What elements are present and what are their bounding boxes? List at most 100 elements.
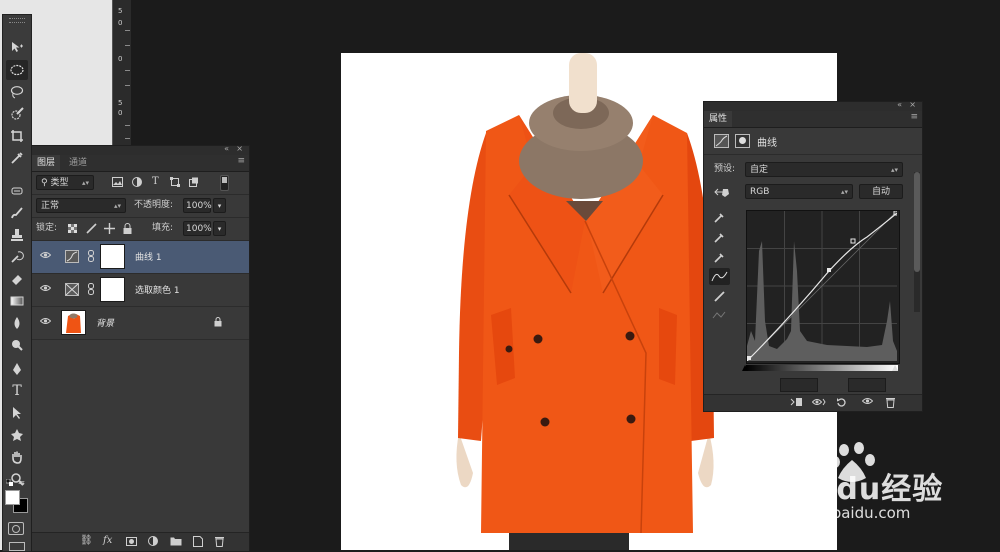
pencil-draw-icon[interactable] bbox=[714, 291, 725, 305]
lock-all-icon[interactable] bbox=[123, 223, 132, 238]
collapse-icon[interactable]: « bbox=[897, 100, 902, 109]
blend-row: 正常 ▴▾ 不透明度: 100% ▾ bbox=[32, 195, 249, 218]
output-value-field[interactable] bbox=[848, 378, 886, 392]
blur-tool-icon[interactable] bbox=[6, 313, 28, 333]
gradient-tool-icon[interactable] bbox=[6, 291, 28, 311]
toggle-visibility-eye-icon[interactable] bbox=[861, 397, 874, 408]
brush-tool-icon[interactable] bbox=[6, 203, 28, 223]
new-layer-icon[interactable] bbox=[193, 536, 203, 550]
eraser-tool-icon[interactable] bbox=[6, 269, 28, 289]
crop-tool-icon[interactable] bbox=[6, 126, 28, 146]
shape-filter-icon[interactable] bbox=[170, 177, 180, 191]
fill-slider-button[interactable]: ▾ bbox=[213, 221, 226, 236]
collapse-icon[interactable]: « bbox=[224, 144, 229, 153]
hand-tool-icon[interactable] bbox=[6, 447, 28, 467]
panel-menu-icon[interactable]: ≡ bbox=[910, 112, 918, 122]
tab-channels[interactable]: 通道 bbox=[64, 155, 92, 171]
swap-colors-icon[interactable]: ⇆ bbox=[18, 478, 27, 487]
adjustment-filter-icon[interactable] bbox=[132, 177, 142, 191]
move-tool-icon[interactable] bbox=[6, 37, 28, 57]
type-filter-icon[interactable]: T bbox=[152, 176, 159, 188]
eyedropper-tool-icon[interactable] bbox=[6, 148, 28, 168]
visibility-eye-icon[interactable] bbox=[39, 251, 52, 262]
eyedropper-gray-icon[interactable] bbox=[714, 232, 725, 246]
history-brush-tool-icon[interactable] bbox=[6, 247, 28, 267]
layer-mask-thumbnail[interactable] bbox=[100, 277, 125, 302]
smart-object-filter-icon[interactable] bbox=[189, 177, 199, 191]
opacity-input[interactable]: 100% bbox=[183, 198, 212, 213]
curves-graph[interactable] bbox=[746, 210, 900, 364]
channel-dropdown[interactable]: RGB ▴▾ bbox=[745, 184, 853, 199]
properties-scrollbar[interactable] bbox=[914, 172, 920, 312]
eyedropper-white-icon[interactable] bbox=[714, 252, 725, 266]
quick-selection-tool-icon[interactable] bbox=[6, 104, 28, 124]
layer-row-background[interactable]: 背景 bbox=[32, 307, 249, 340]
quick-mask-icon[interactable] bbox=[8, 522, 24, 535]
new-adjustment-layer-icon[interactable] bbox=[148, 536, 158, 549]
filter-kind-dropdown[interactable]: ⚲ 类型 ▴▾ bbox=[36, 175, 94, 190]
layer-lock-icon bbox=[214, 317, 222, 330]
blend-mode-dropdown[interactable]: 正常 ▴▾ bbox=[36, 198, 126, 213]
foreground-color-swatch[interactable] bbox=[5, 490, 20, 505]
panel-menu-icon[interactable]: ≡ bbox=[237, 156, 245, 166]
type-tool-icon[interactable]: T bbox=[6, 381, 28, 401]
path-selection-tool-icon[interactable] bbox=[6, 403, 28, 423]
fill-input[interactable]: 100% bbox=[183, 221, 212, 236]
image-filter-icon[interactable] bbox=[112, 177, 123, 191]
layer-name[interactable]: 背景 bbox=[96, 316, 114, 329]
dodge-tool-icon[interactable] bbox=[6, 335, 28, 355]
layer-name[interactable]: 曲线 1 bbox=[135, 250, 162, 263]
panel-grip-icon[interactable] bbox=[9, 18, 25, 23]
visibility-eye-icon[interactable] bbox=[39, 317, 52, 328]
properties-bottom-bar bbox=[704, 394, 922, 411]
close-icon[interactable]: × bbox=[236, 144, 243, 153]
properties-panel: « × 属性 ≡ 曲线 预设: 自定 ▴▾ RGB ▴▾ 自动 ▲ ▲ bbox=[703, 100, 923, 412]
shape-tool-icon[interactable] bbox=[6, 425, 28, 445]
link-layers-icon[interactable]: ⛓ bbox=[80, 535, 93, 546]
pen-tool-icon[interactable] bbox=[6, 359, 28, 379]
clip-to-layer-icon[interactable] bbox=[790, 397, 803, 410]
lasso-tool-icon[interactable] bbox=[6, 82, 28, 102]
eyedropper-black-icon[interactable] bbox=[714, 212, 725, 226]
on-image-adjustment-hand-icon[interactable] bbox=[714, 186, 730, 201]
layer-row-curves[interactable]: 曲线 1 bbox=[32, 241, 249, 274]
reset-adjustment-icon[interactable] bbox=[836, 397, 846, 410]
delete-layer-trash-icon[interactable] bbox=[215, 536, 224, 550]
ruler-label: 0 bbox=[118, 109, 123, 117]
link-chain-icon[interactable] bbox=[88, 250, 94, 265]
white-point-slider[interactable]: ▲ bbox=[892, 363, 898, 372]
background-layer-thumbnail[interactable] bbox=[61, 310, 86, 335]
link-chain-icon[interactable] bbox=[88, 283, 94, 298]
auto-button[interactable]: 自动 bbox=[859, 184, 903, 199]
input-value-field[interactable] bbox=[780, 378, 818, 392]
lock-transparent-pixels-icon[interactable] bbox=[68, 224, 77, 237]
layer-style-fx-icon[interactable]: fx bbox=[103, 535, 112, 546]
tab-properties[interactable]: 属性 bbox=[704, 111, 733, 127]
layer-mask-icon[interactable] bbox=[735, 134, 750, 148]
clone-stamp-tool-icon[interactable] bbox=[6, 225, 28, 245]
lock-image-pixels-icon[interactable] bbox=[86, 223, 97, 238]
curve-edit-points-icon[interactable] bbox=[709, 268, 730, 285]
smooth-curve-icon[interactable] bbox=[712, 310, 726, 323]
layers-tab-row: 图层 通道 ≡ bbox=[32, 155, 249, 172]
spot-healing-tool-icon[interactable] bbox=[6, 181, 28, 201]
tab-layers[interactable]: 图层 bbox=[32, 155, 61, 171]
preset-dropdown[interactable]: 自定 ▴▾ bbox=[745, 162, 903, 177]
add-mask-icon[interactable] bbox=[126, 537, 137, 549]
view-previous-state-icon[interactable] bbox=[811, 397, 826, 410]
layer-mask-thumbnail[interactable] bbox=[100, 244, 125, 269]
new-group-folder-icon[interactable] bbox=[170, 536, 182, 549]
default-colors-icon[interactable] bbox=[5, 478, 14, 487]
lock-position-icon[interactable] bbox=[104, 223, 115, 238]
opacity-slider-button[interactable]: ▾ bbox=[213, 198, 226, 213]
black-point-slider[interactable]: ▲ bbox=[742, 363, 748, 372]
layer-name[interactable]: 选取颜色 1 bbox=[135, 283, 180, 296]
visibility-eye-icon[interactable] bbox=[39, 284, 52, 295]
layer-row-selective-color[interactable]: 选取颜色 1 bbox=[32, 274, 249, 307]
delete-adjustment-trash-icon[interactable] bbox=[886, 397, 895, 411]
close-icon[interactable]: × bbox=[909, 100, 916, 109]
elliptical-marquee-tool-icon[interactable] bbox=[6, 60, 28, 80]
filter-toggle-switch[interactable] bbox=[220, 175, 229, 191]
opacity-label: 不透明度: bbox=[134, 200, 174, 210]
lock-row: 锁定: 填充: 100% ▾ bbox=[32, 218, 249, 241]
